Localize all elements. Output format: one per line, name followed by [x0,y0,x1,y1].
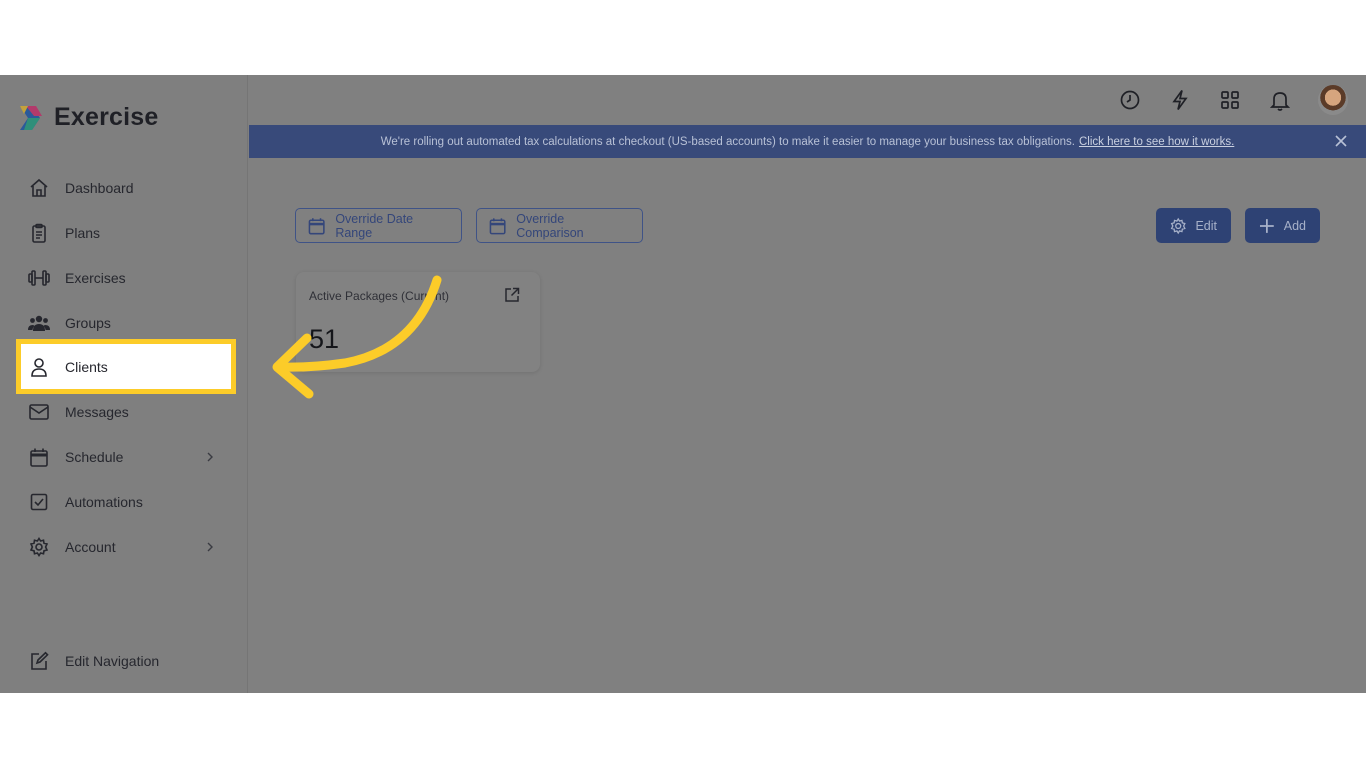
history-icon[interactable] [1118,88,1142,112]
mail-icon [28,401,50,423]
button-label: Override Comparison [516,211,584,240]
sidebar-item-label: Clients [65,358,108,375]
gear-icon [28,536,50,558]
sidebar-item-plans[interactable]: Plans [20,211,232,255]
add-button[interactable]: Add [1245,208,1320,243]
dumbbell-icon [28,267,50,289]
button-label: Override Date Range [335,211,414,240]
users-icon [28,312,50,334]
announcement-banner: We're rolling out automated tax calculat… [249,125,1366,158]
chevron-right-icon[interactable] [204,449,216,465]
bell-icon[interactable] [1268,88,1292,112]
override-comparison-button[interactable]: Override Comparison [476,208,643,243]
home-icon [28,177,50,199]
sidebar-item-label: Dashboard [65,180,134,196]
sidebar-item-messages[interactable]: Messages [20,390,232,434]
banner-text: We're rolling out automated tax calculat… [380,135,1075,148]
edit-button[interactable]: Edit [1156,208,1231,243]
chevron-right-icon[interactable] [204,539,216,555]
sidebar-item-clients[interactable]: Clients [16,339,236,394]
sidebar-item-label: Plans [65,225,101,241]
app-name: Exercise [54,103,159,131]
edit-navigation-button[interactable]: Edit Navigation [20,639,232,683]
plus-icon [1259,218,1274,233]
avatar[interactable] [1318,85,1348,115]
calendar-icon [489,217,506,234]
edit-icon [28,650,50,672]
active-packages-card[interactable]: Active Packages (Current) 51 [296,272,540,372]
calendar-icon [28,446,50,468]
sidebar-item-account[interactable]: Account [20,525,232,569]
app-window: Exercise Dashboard Plans Exercises Group [0,75,1366,693]
sidebar-item-exercises[interactable]: Exercises [20,256,232,300]
clipboard-icon [28,222,50,244]
close-icon[interactable] [1334,134,1348,148]
sidebar-item-dashboard[interactable]: Dashboard [20,166,232,210]
card-value: 51 [309,324,340,354]
gear-icon [1170,217,1186,234]
button-label: Edit [1195,218,1217,233]
sidebar-item-label: Automations [65,494,143,510]
sidebar: Exercise Dashboard Plans Exercises Group [0,75,248,693]
sidebar-item-label: Messages [65,404,129,420]
sidebar-item-automations[interactable]: Automations [20,480,232,524]
logo-icon [20,105,42,130]
app-logo[interactable]: Exercise [18,103,158,132]
banner-link[interactable]: Click here to see how it works. [1079,136,1234,148]
card-title: Active Packages (Current) [309,289,450,303]
sidebar-item-label: Account [65,539,116,555]
external-link-icon[interactable] [504,287,520,303]
sidebar-item-label: Exercises [65,270,126,286]
checkbox-icon [28,491,50,513]
button-label: Add [1283,218,1306,233]
sidebar-item-schedule[interactable]: Schedule [20,435,232,479]
sidebar-item-label: Groups [65,315,111,331]
override-date-range-button[interactable]: Override Date Range [295,208,462,243]
apps-grid-icon[interactable] [1218,88,1242,112]
calendar-icon [308,217,325,234]
sidebar-item-label: Schedule [65,449,124,465]
user-icon [28,356,50,378]
bolt-icon[interactable] [1168,88,1192,112]
topbar [1118,85,1348,115]
edit-navigation-label: Edit Navigation [65,653,160,669]
